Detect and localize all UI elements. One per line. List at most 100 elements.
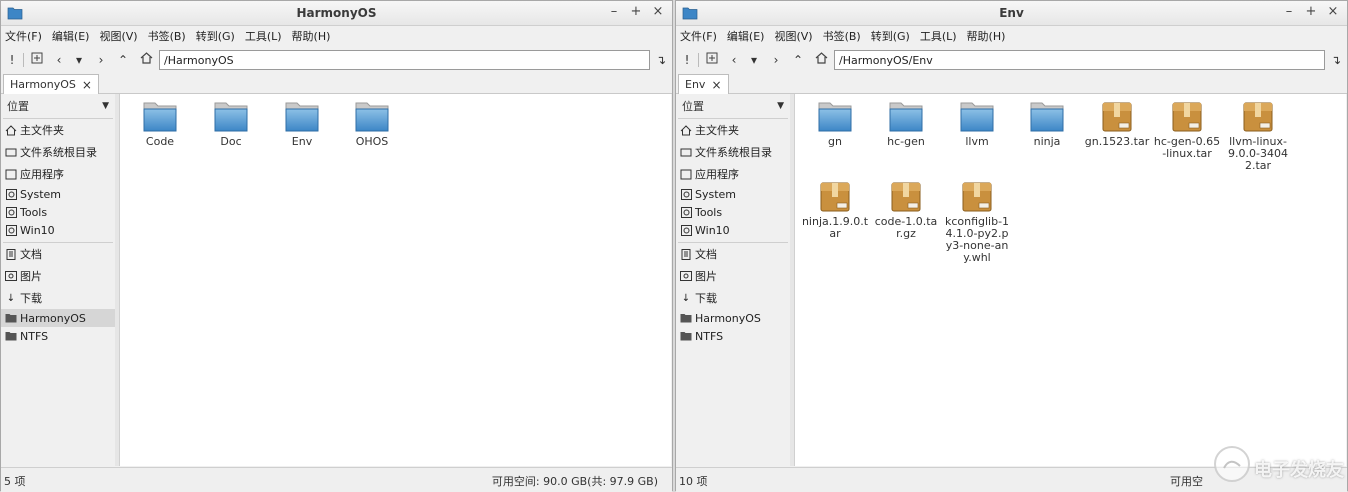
back-icon[interactable]: ‹ xyxy=(725,51,743,69)
title-bar[interactable]: HarmonyOS – + × xyxy=(1,1,672,26)
sidebar-item-tools[interactable]: Tools xyxy=(676,203,790,221)
menu-edit[interactable]: 编辑(E) xyxy=(727,28,765,44)
sidebar-item-harmonyos[interactable]: HarmonyOS xyxy=(1,309,115,327)
sidebar-item-root[interactable]: 文件系统根目录 xyxy=(676,141,790,163)
menu-tools[interactable]: 工具(L) xyxy=(245,28,282,44)
new-tab-icon[interactable] xyxy=(703,51,721,69)
sidebar-item-system[interactable]: System xyxy=(676,185,790,203)
sidebar-item-system[interactable]: System xyxy=(1,185,115,203)
sidebar-item-applications[interactable]: 应用程序 xyxy=(676,163,790,185)
folder-item[interactable]: llvm xyxy=(943,101,1011,148)
up-icon[interactable]: ⌃ xyxy=(114,51,132,69)
menu-go[interactable]: 转到(G) xyxy=(871,28,910,44)
archive-item[interactable]: code-1.0.tar.gz xyxy=(872,181,940,240)
minimize-button[interactable]: – xyxy=(1281,4,1297,20)
sidebar-item-label: NTFS xyxy=(20,329,49,343)
close-window-button[interactable]: × xyxy=(650,4,666,20)
sidebar-item-root[interactable]: 文件系统根目录 xyxy=(1,141,115,163)
folder-item[interactable]: ninja xyxy=(1013,101,1081,148)
sidebar-item-win10[interactable]: Win10 xyxy=(1,221,115,239)
file-view[interactable]: Code Doc Env OHOS xyxy=(119,94,671,466)
folder-item[interactable]: Doc xyxy=(197,101,265,148)
menu-help[interactable]: 帮助(H) xyxy=(292,28,331,44)
menu-file[interactable]: 文件(F) xyxy=(680,28,717,44)
sidebar-item-ntfs[interactable]: NTFS xyxy=(676,327,790,345)
sidebar-item-tools[interactable]: Tools xyxy=(1,203,115,221)
path-input[interactable] xyxy=(159,50,650,70)
menu-bookmarks[interactable]: 书签(B) xyxy=(823,28,861,44)
menu-file[interactable]: 文件(F) xyxy=(5,28,42,44)
menu-bar: 文件(F) 编辑(E) 视图(V) 书签(B) 转到(G) 工具(L) 帮助(H… xyxy=(676,26,1347,46)
sidebar-item-home[interactable]: 主文件夹 xyxy=(676,119,790,141)
menu-help[interactable]: 帮助(H) xyxy=(967,28,1006,44)
menu-bookmarks[interactable]: 书签(B) xyxy=(148,28,186,44)
archive-item[interactable]: gn.1523.tar xyxy=(1083,101,1151,148)
menu-edit[interactable]: 编辑(E) xyxy=(52,28,90,44)
menu-view[interactable]: 视图(V) xyxy=(774,28,812,44)
item-count: 5 项 xyxy=(4,475,26,488)
folder-item[interactable]: gn xyxy=(801,101,869,148)
sidebar-header[interactable]: 位置 ▼ xyxy=(1,94,115,118)
menu-view[interactable]: 视图(V) xyxy=(99,28,137,44)
close-icon[interactable]: × xyxy=(82,78,92,92)
sidebar-header[interactable]: 位置 ▼ xyxy=(676,94,790,118)
archive-item[interactable]: kconfiglib-14.1.0-py2.py3-none-any.whl xyxy=(943,181,1011,264)
disk-icon xyxy=(680,206,692,218)
home-icon[interactable] xyxy=(812,51,830,69)
archive-icon xyxy=(1102,102,1132,132)
drive-icon xyxy=(680,146,692,158)
folder-item[interactable]: Env xyxy=(268,101,336,148)
chevron-down-icon: ▼ xyxy=(777,101,784,111)
sidebar-item-documents[interactable]: 文档 xyxy=(676,243,790,265)
back-icon[interactable]: ‹ xyxy=(50,51,68,69)
folder-item[interactable]: hc-gen xyxy=(872,101,940,148)
new-tab-icon[interactable] xyxy=(28,51,46,69)
sidebar-item-win10[interactable]: Win10 xyxy=(676,221,790,239)
sidebar-item-pictures[interactable]: 图片 xyxy=(676,265,790,287)
file-name: ninja.1.9.0.tar xyxy=(801,215,869,240)
sidebar-item-home[interactable]: 主文件夹 xyxy=(1,119,115,141)
menu-go[interactable]: 转到(G) xyxy=(196,28,235,44)
sidebar-item-label: 文档 xyxy=(695,248,717,261)
close-icon[interactable]: × xyxy=(711,78,721,92)
close-window-button[interactable]: × xyxy=(1325,4,1341,20)
sidebar-item-harmonyos[interactable]: HarmonyOS xyxy=(676,309,790,327)
exclamation-icon[interactable]: ! xyxy=(3,51,21,69)
folder-item[interactable]: Code xyxy=(126,101,194,148)
status-bar: 5 项 可用空间: 90.0 GB(共: 97.9 GB) xyxy=(1,467,672,492)
archive-item[interactable]: ninja.1.9.0.tar xyxy=(801,181,869,240)
tab-harmonyos[interactable]: HarmonyOS × xyxy=(3,74,99,94)
archive-item[interactable]: llvm-linux-9.0.0-34042.tar xyxy=(1224,101,1292,172)
minimize-button[interactable]: – xyxy=(606,4,622,20)
maximize-button[interactable]: + xyxy=(1303,4,1319,20)
file-view[interactable]: gn hc-gen llvm ninja gn.1523.tar hc-gen-… xyxy=(794,94,1346,466)
archive-icon xyxy=(962,182,992,212)
home-icon[interactable] xyxy=(137,51,155,69)
disk-icon xyxy=(680,188,692,200)
file-manager-window-right: Env – + × 文件(F) 编辑(E) 视图(V) 书签(B) 转到(G) … xyxy=(675,0,1348,492)
go-icon[interactable]: ↴ xyxy=(1327,51,1345,69)
go-icon[interactable]: ↴ xyxy=(652,51,670,69)
title-bar[interactable]: Env – + × xyxy=(676,1,1347,26)
folder-item[interactable]: OHOS xyxy=(338,101,406,148)
maximize-button[interactable]: + xyxy=(628,4,644,20)
up-icon[interactable]: ⌃ xyxy=(789,51,807,69)
sidebar-item-downloads[interactable]: ↓ 下载 xyxy=(1,287,115,309)
sidebar-item-pictures[interactable]: 图片 xyxy=(1,265,115,287)
sidebar-item-label: Win10 xyxy=(20,223,55,237)
tab-env[interactable]: Env × xyxy=(678,74,729,94)
sidebar-item-documents[interactable]: 文档 xyxy=(1,243,115,265)
sidebar-header-label: 位置 xyxy=(7,100,29,113)
forward-icon[interactable]: › xyxy=(767,51,785,69)
forward-icon[interactable]: › xyxy=(92,51,110,69)
exclamation-icon[interactable]: ! xyxy=(678,51,696,69)
sidebar-item-applications[interactable]: 应用程序 xyxy=(1,163,115,185)
menu-tools[interactable]: 工具(L) xyxy=(920,28,957,44)
sidebar-item-downloads[interactable]: ↓ 下载 xyxy=(676,287,790,309)
path-input[interactable] xyxy=(834,50,1325,70)
history-dropdown-icon[interactable]: ▾ xyxy=(745,51,763,69)
drive-icon xyxy=(5,146,17,158)
archive-item[interactable]: hc-gen-0.65-linux.tar xyxy=(1153,101,1221,160)
history-dropdown-icon[interactable]: ▾ xyxy=(70,51,88,69)
sidebar-item-ntfs[interactable]: NTFS xyxy=(1,327,115,345)
